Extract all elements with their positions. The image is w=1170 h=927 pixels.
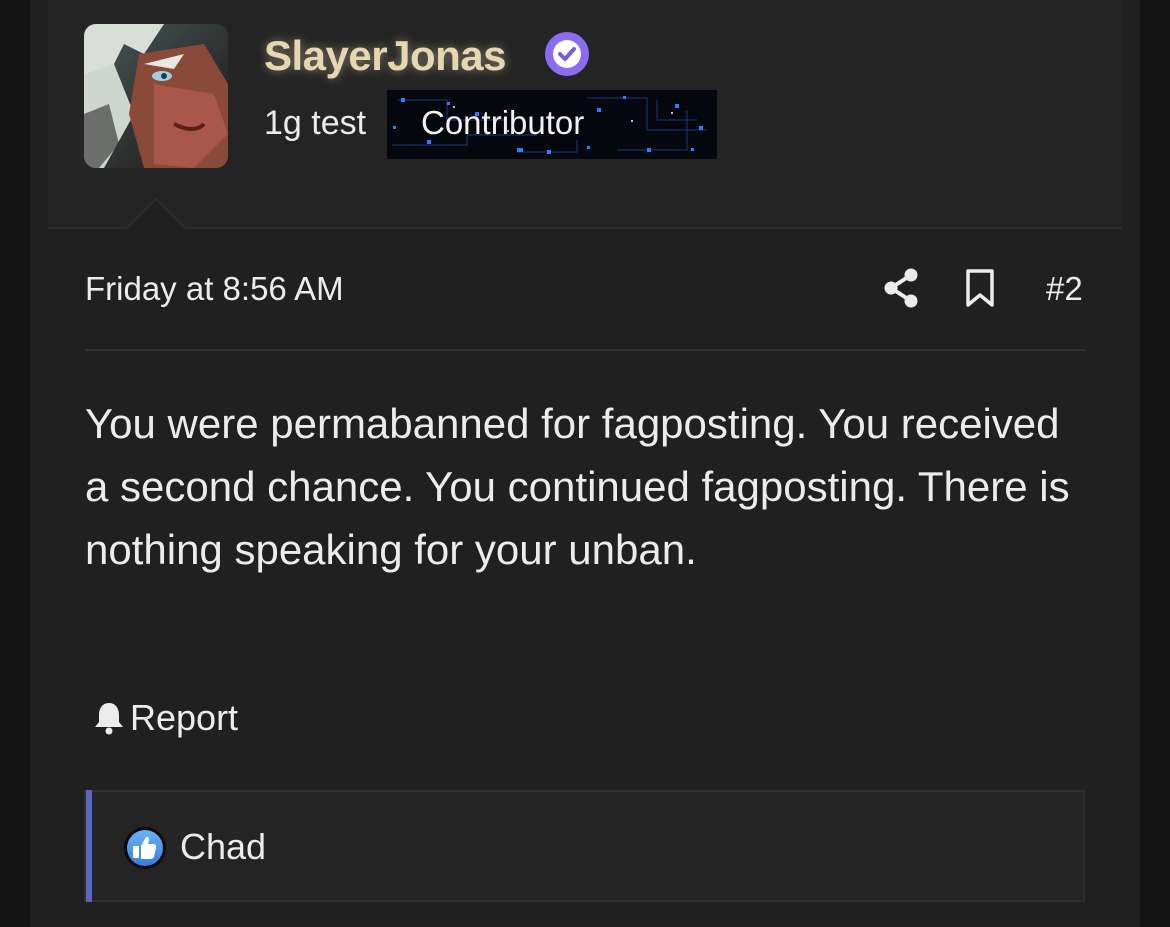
- verified-check-icon: [544, 31, 590, 77]
- avatar[interactable]: [84, 24, 228, 168]
- post-message: You were permabanned for fagposting. You…: [85, 400, 1070, 573]
- reactions-bar[interactable]: Chad: [84, 790, 1085, 902]
- header-divider: [48, 227, 1122, 229]
- bell-icon: [95, 703, 123, 735]
- share-icon[interactable]: [882, 268, 920, 308]
- username[interactable]: SlayerJonas: [264, 32, 507, 80]
- post-divider: [85, 349, 1086, 351]
- reaction-users[interactable]: Chad: [180, 826, 266, 868]
- reactions-accent: [86, 790, 92, 902]
- header-caret: [124, 195, 188, 229]
- post-number[interactable]: #2: [1046, 270, 1083, 308]
- report-label: Report: [130, 697, 239, 738]
- post-date[interactable]: Friday at 8:56 AM: [85, 270, 344, 308]
- user-title: 1g test: [264, 104, 367, 142]
- like-icon: [123, 826, 167, 870]
- report-button[interactable]: Report: [92, 697, 238, 739]
- bookmark-icon[interactable]: [963, 268, 997, 308]
- badge-label: Contributor: [421, 104, 585, 141]
- contributor-badge: Contributor: [387, 90, 717, 159]
